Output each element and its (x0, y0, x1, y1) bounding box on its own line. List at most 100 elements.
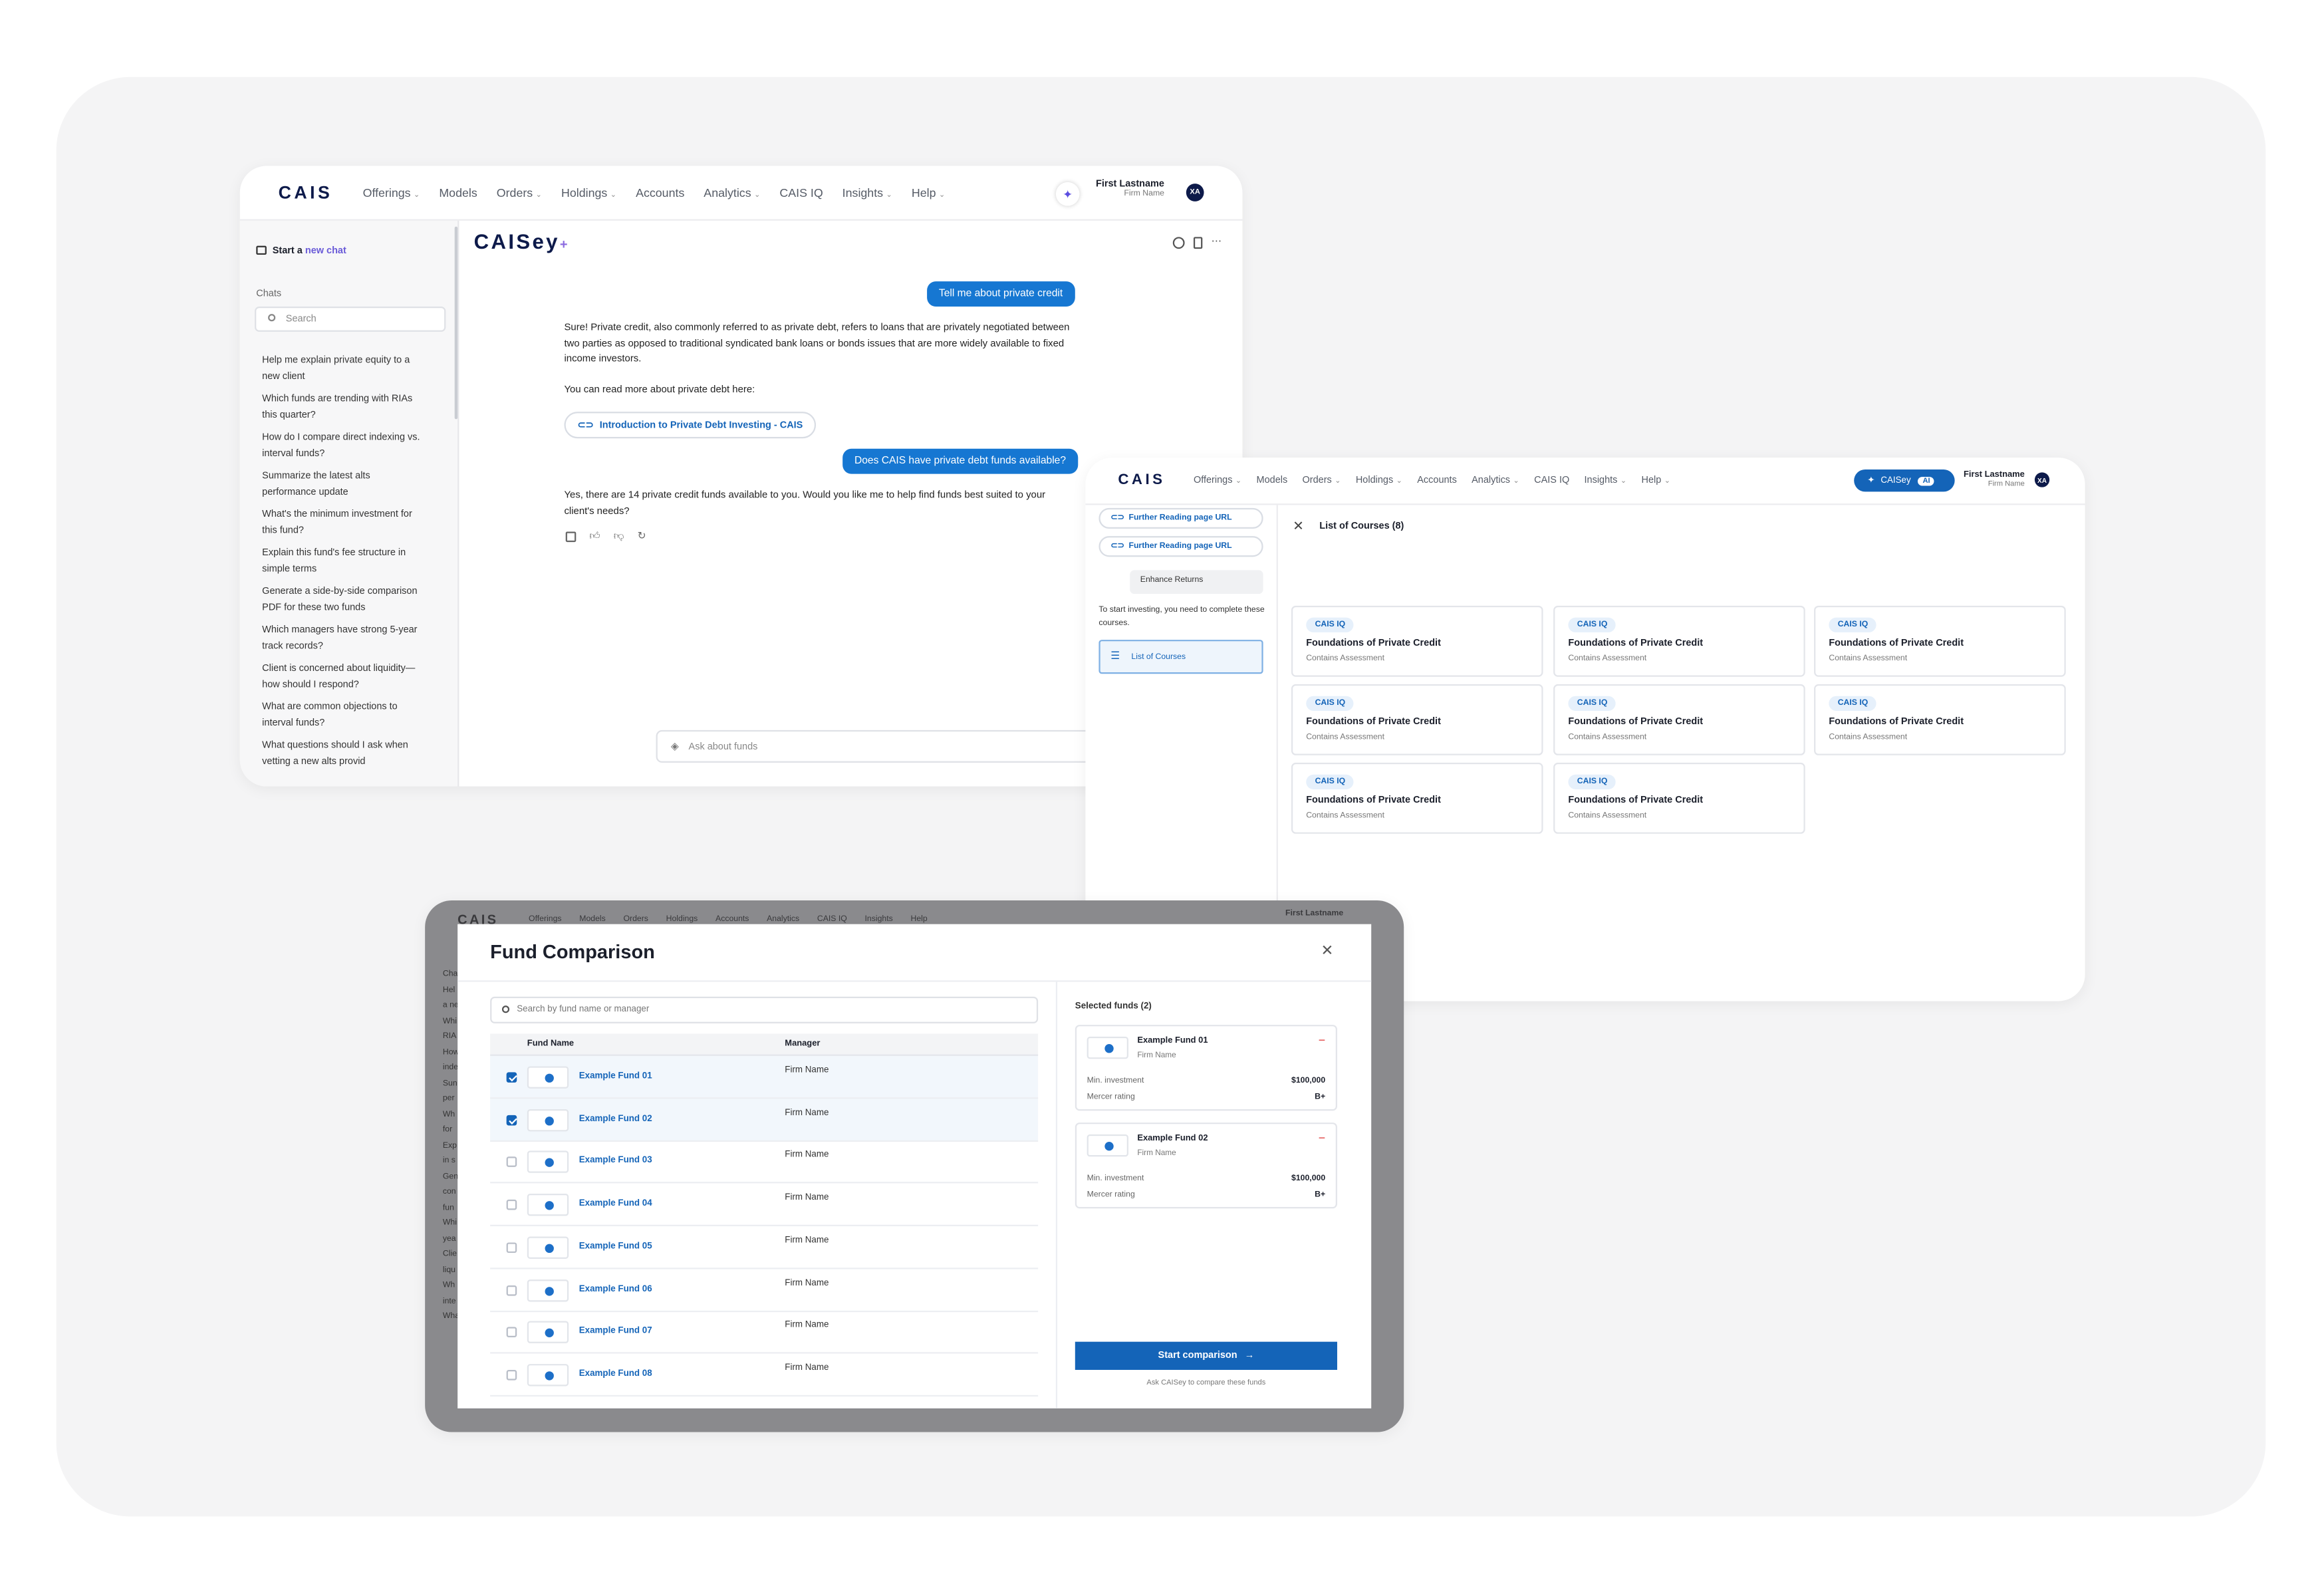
fund-name[interactable]: Example Fund 02 (579, 1115, 652, 1123)
nav-item-offerings[interactable]: Offerings ⌄ (363, 186, 420, 199)
remove-icon[interactable]: − (1319, 1131, 1325, 1144)
fund-name[interactable]: Example Fund 05 (579, 1242, 652, 1251)
nav-item-holdings[interactable]: Holdings ⌄ (561, 186, 616, 199)
fund-name[interactable]: Example Fund 08 (579, 1370, 652, 1379)
help-icon[interactable] (1172, 237, 1185, 249)
nav-item-help[interactable]: Help ⌄ (1641, 475, 1670, 486)
fund-checkbox[interactable] (506, 1157, 517, 1168)
start-comparison-button[interactable]: Start comparison → (1075, 1341, 1337, 1370)
close-icon-2[interactable]: ✕ (1321, 944, 1333, 960)
chat-search[interactable]: Search (255, 306, 446, 332)
chats-label: Chats (256, 289, 282, 299)
fund-row[interactable]: Example Fund 02 Firm Name (490, 1098, 1039, 1142)
private-debt-link[interactable]: ⊂⊃ Introduction to Private Debt Investing… (564, 412, 817, 439)
document-icon[interactable] (1193, 237, 1203, 249)
course-card[interactable]: CAIS IQ Foundations of Private Credit Cont… (1553, 605, 1805, 677)
nav-item-help[interactable]: Help ⌄ (912, 186, 945, 199)
nav-item-orders[interactable]: Orders ⌄ (1303, 475, 1341, 486)
mercer-rating-row: Mercer rating B+ (1087, 1191, 1326, 1200)
nav-item-offerings[interactable]: Offerings (529, 915, 561, 924)
course-card[interactable]: CAIS IQ Foundations of Private Credit Cont… (1553, 762, 1805, 834)
course-card[interactable]: CAIS IQ Foundations of Private Credit Cont… (1291, 684, 1543, 755)
chat-history-item[interactable]: How do I compare direct indexing vs. int… (262, 430, 422, 462)
course-card[interactable]: CAIS IQ Foundations of Private Credit Cont… (1814, 605, 2066, 677)
fund-row[interactable]: Example Fund 05 Firm Name (490, 1226, 1039, 1269)
fund-checkbox[interactable] (506, 1327, 517, 1338)
copy-icon[interactable] (565, 531, 577, 543)
fund-checkbox[interactable] (506, 1072, 517, 1083)
fund-checkbox[interactable] (506, 1242, 517, 1253)
chat-history-item[interactable]: Client is concerned about liquidity—how … (262, 660, 422, 693)
nav-item-accounts[interactable]: Accounts (715, 915, 749, 924)
new-chat-button[interactable]: Start a new chat (256, 245, 346, 256)
avatar[interactable]: XA (1186, 184, 1204, 201)
nav-item-insights[interactable]: Insights ⌄ (1585, 475, 1627, 486)
fund-row[interactable]: Example Fund 07 Firm Name (490, 1311, 1039, 1354)
remove-icon[interactable]: − (1319, 1033, 1325, 1047)
nav-item-orders[interactable]: Orders (623, 915, 648, 924)
fund-row[interactable]: Example Fund 01 Firm Name (490, 1055, 1039, 1099)
nav-item-insights[interactable]: Insights (865, 915, 893, 924)
enhance-returns-chip[interactable]: Enhance Returns (1130, 570, 1263, 595)
caisey-ai-button[interactable]: ✦ CAISey AI (1854, 469, 1955, 492)
course-card[interactable]: CAIS IQ Foundations of Private Credit Cont… (1814, 684, 2066, 755)
more-icon[interactable]: ⋯ (1212, 237, 1222, 249)
user-info-2[interactable]: First Lastname Firm Name (1964, 471, 2025, 489)
nav-item-insights[interactable]: Insights ⌄ (842, 186, 892, 199)
fund-name[interactable]: Example Fund 01 (579, 1072, 652, 1081)
nav-item-analytics[interactable]: Analytics ⌄ (704, 186, 760, 199)
nav-item-cais-iq[interactable]: CAIS IQ (817, 915, 847, 924)
course-card[interactable]: CAIS IQ Foundations of Private Credit Cont… (1291, 605, 1543, 677)
fund-name[interactable]: Example Fund 07 (579, 1327, 652, 1336)
nav-item-holdings[interactable]: Holdings ⌄ (1356, 475, 1402, 486)
reading-link-1[interactable]: ⊂⊃ Further Reading page URL (1098, 507, 1263, 529)
chat-history-item[interactable]: Which funds are trending with RIAs this … (262, 391, 422, 424)
nav-item-holdings[interactable]: Holdings (666, 915, 698, 924)
ask-input[interactable]: ◈ Ask about funds (656, 730, 1100, 763)
nav-item-accounts[interactable]: Accounts (1417, 475, 1457, 486)
list-of-courses-button[interactable]: ☰ List of Courses (1098, 640, 1263, 674)
chat-history-item[interactable]: Summarize the latest alts performance up… (262, 468, 422, 501)
chat-history-item[interactable]: Explain this fund's fee structure in sim… (262, 545, 422, 578)
nav-item-cais-iq[interactable]: CAIS IQ (779, 186, 823, 199)
course-card[interactable]: CAIS IQ Foundations of Private Credit Cont… (1291, 762, 1543, 834)
avatar-2[interactable]: XA (2034, 472, 2050, 487)
sparkle-icon[interactable]: ✦ (1055, 182, 1080, 206)
chat-history-item[interactable]: What's the minimum investment for this f… (262, 507, 422, 539)
nav-item-accounts[interactable]: Accounts (636, 186, 684, 199)
nav-item-help[interactable]: Help (911, 915, 928, 924)
fund-row[interactable]: Example Fund 06 Firm Name (490, 1268, 1039, 1312)
fund-name[interactable]: Example Fund 03 (579, 1157, 652, 1166)
close-icon[interactable]: ✕ (1293, 518, 1304, 534)
fund-search-input[interactable]: Search by fund name or manager (490, 996, 1039, 1023)
fund-checkbox[interactable] (506, 1284, 517, 1295)
nav-item-analytics[interactable]: Analytics ⌄ (1472, 475, 1519, 486)
chat-history-item[interactable]: Help me explain private equity to a new … (262, 352, 422, 385)
nav-item-cais-iq[interactable]: CAIS IQ (1534, 475, 1569, 486)
fund-row[interactable]: Example Fund 08 Firm Name (490, 1353, 1039, 1396)
nav-item-models[interactable]: Models (439, 186, 477, 199)
sidebar-scrollbar[interactable] (454, 226, 458, 420)
nav-item-models[interactable]: Models (1257, 475, 1288, 486)
fund-row[interactable]: Example Fund 03 Firm Name (490, 1141, 1039, 1184)
nav-item-orders[interactable]: Orders ⌄ (497, 186, 542, 199)
course-card[interactable]: CAIS IQ Foundations of Private Credit Cont… (1553, 684, 1805, 755)
chat-history-item[interactable]: What are common objections to interval f… (262, 699, 422, 732)
fund-checkbox[interactable] (506, 1369, 517, 1381)
fund-checkbox[interactable] (506, 1115, 517, 1125)
fund-checkbox[interactable] (506, 1200, 517, 1210)
chat-history-item[interactable]: What questions should I ask when vetting… (262, 737, 422, 770)
nav-item-offerings[interactable]: Offerings ⌄ (1194, 475, 1241, 486)
nav-item-analytics[interactable]: Analytics (767, 915, 799, 924)
user-info[interactable]: First Lastname Firm Name (1096, 179, 1164, 200)
reading-link-2[interactable]: ⊂⊃ Further Reading page URL (1098, 536, 1263, 557)
fund-name[interactable]: Example Fund 04 (579, 1200, 652, 1208)
chat-history-item[interactable]: Which managers have strong 5-year track … (262, 622, 422, 654)
nav-item-models[interactable]: Models (579, 915, 605, 924)
refresh-icon[interactable]: ↻ (638, 531, 646, 542)
fund-row[interactable]: Example Fund 04 Firm Name (490, 1184, 1039, 1227)
thumbs-up-icon[interactable]: 👍︎ (589, 531, 600, 542)
thumbs-down-icon[interactable]: 👎︎ (614, 531, 624, 542)
chat-history-item[interactable]: Generate a side-by-side comparison PDF f… (262, 583, 422, 616)
fund-name[interactable]: Example Fund 06 (579, 1285, 652, 1293)
